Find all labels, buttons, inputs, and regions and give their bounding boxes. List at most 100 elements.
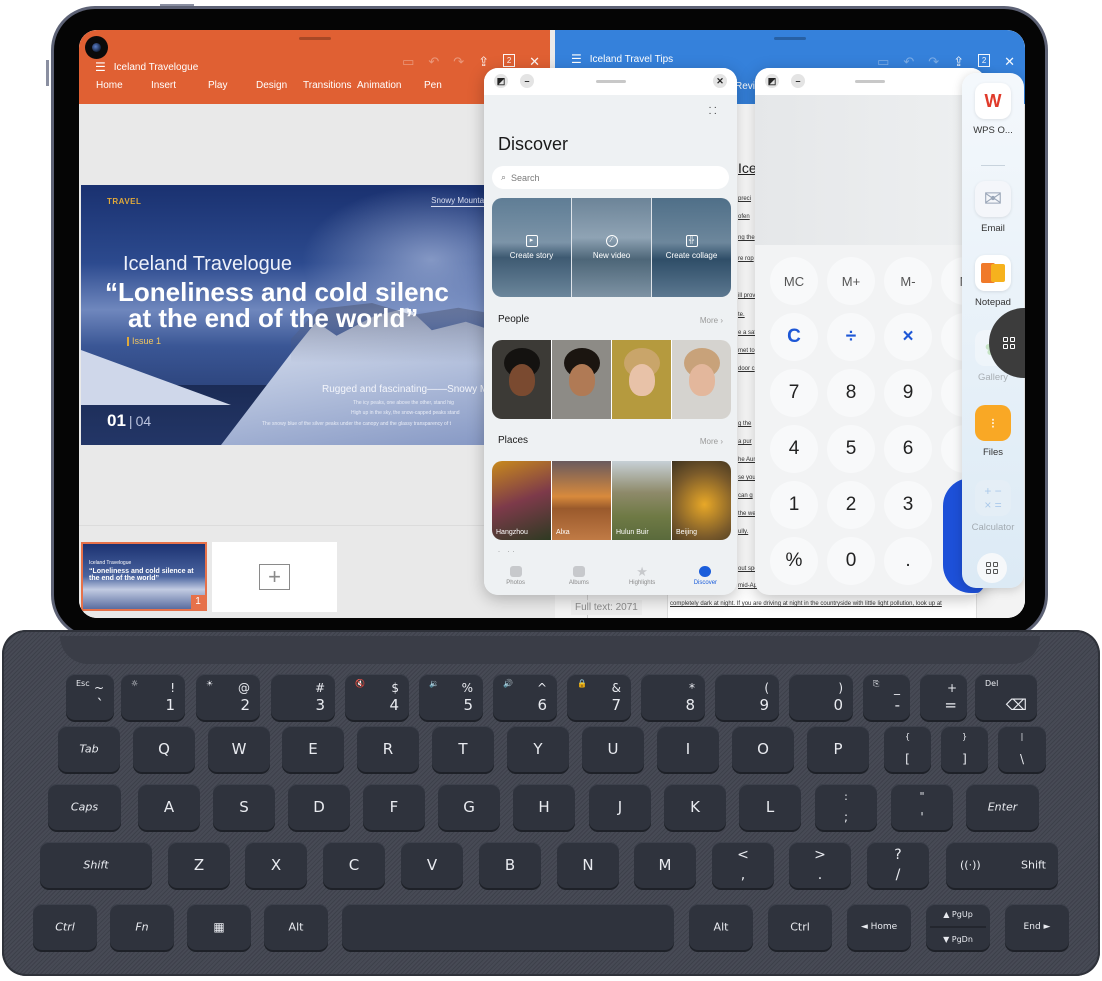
key-5[interactable]: 🔉% 5 (419, 674, 483, 720)
key-home[interactable]: ◄ Home (847, 904, 911, 950)
key-launcher[interactable]: ▦ (187, 904, 251, 950)
key-j[interactable]: J (589, 784, 651, 830)
tab-animation[interactable]: Animation (357, 80, 424, 91)
key-0[interactable]: 0 (827, 537, 875, 585)
close-icon[interactable]: ✕ (713, 74, 727, 88)
menu-icon[interactable]: ☰ (571, 53, 582, 65)
key-m[interactable]: M (634, 842, 696, 888)
place-photo[interactable]: Hulun Buir (612, 461, 671, 540)
create-collage-button[interactable]: ╬ Create collage (652, 198, 731, 297)
key-a[interactable]: A (138, 784, 200, 830)
key-memory-clear[interactable]: MC (770, 257, 818, 305)
key-tab[interactable]: Tab (58, 726, 120, 772)
key-d[interactable]: D (288, 784, 350, 830)
key-`[interactable]: Esc ~ ` (66, 674, 114, 720)
window-count-icon[interactable]: 2 (978, 54, 991, 67)
person-photo[interactable] (612, 340, 671, 419)
key-0[interactable]: ) 0 (789, 674, 853, 720)
window-drag-handle[interactable] (774, 37, 806, 40)
people-more-link[interactable]: More › (700, 316, 723, 325)
slide-thumbnail[interactable]: Iceland Travelogue “Loneliness and cold … (81, 542, 207, 611)
tab-transitions[interactable]: Transitions (303, 80, 357, 91)
add-slide-button[interactable]: + (212, 542, 337, 612)
key-9[interactable]: (9 (715, 674, 779, 720)
key-multiply[interactable]: × (884, 313, 932, 361)
tab-home[interactable]: Home (96, 80, 151, 91)
key-2[interactable]: 2 (827, 481, 875, 529)
key-v[interactable]: V (401, 842, 463, 888)
key-g[interactable]: G (438, 784, 500, 830)
key-memory-add[interactable]: M+ (827, 257, 875, 305)
fullscreen-icon[interactable]: ◩ (494, 74, 508, 88)
tab-discover[interactable]: Discover (674, 557, 737, 595)
key-|\[interactable]: | \ (998, 726, 1046, 772)
dock-app-email[interactable]: ✉ Email (962, 181, 1024, 234)
tab-albums[interactable]: Albums (547, 557, 610, 595)
key-5[interactable]: 5 (827, 425, 875, 473)
place-photo[interactable]: Beijing (672, 461, 731, 540)
tab-play[interactable]: Play (208, 80, 256, 91)
fullscreen-icon[interactable]: ◩ (765, 74, 779, 88)
key-3[interactable]: #3 (271, 674, 335, 720)
person-photo[interactable] (672, 340, 731, 419)
key-shift-right[interactable]: ((·)) Shift (946, 842, 1058, 888)
key-ctrl-left[interactable]: Ctrl (33, 904, 97, 950)
key-decimal[interactable]: . (884, 537, 932, 585)
place-photo[interactable]: Hangzhou (492, 461, 551, 540)
key-enter[interactable]: Enter (966, 784, 1039, 830)
place-photo[interactable]: Alxa (552, 461, 611, 540)
key-b[interactable]: B (479, 842, 541, 888)
key--[interactable]: ⎘ _ - (863, 674, 910, 720)
key-pgup-pgdn[interactable]: ▲ PgUp ▼ PgDn (926, 904, 990, 950)
key-alt-right[interactable]: Alt (689, 904, 753, 950)
close-icon[interactable]: ✕ (1004, 54, 1015, 70)
key->.[interactable]: >. (789, 842, 851, 888)
tab-design[interactable]: Design (256, 80, 303, 91)
key-l[interactable]: L (739, 784, 801, 830)
all-apps-button[interactable] (977, 553, 1007, 583)
slide-canvas[interactable]: TRAVEL Snowy Mountains Diary Iceland Tra… (81, 185, 551, 445)
key-alt-left[interactable]: Alt (264, 904, 328, 950)
search-input[interactable]: ⌕ Search (492, 166, 729, 189)
key-k[interactable]: K (664, 784, 726, 830)
window-count-icon[interactable]: 2 (503, 54, 516, 67)
key-8[interactable]: 8 (827, 369, 875, 417)
create-story-button[interactable]: ▸ Create story (492, 198, 571, 297)
window-drag-handle[interactable] (855, 80, 885, 83)
key-1[interactable]: ☼! 1 (121, 674, 185, 720)
key-r[interactable]: R (357, 726, 419, 772)
key-7[interactable]: 🔒 & 7 (567, 674, 631, 720)
key-<,[interactable]: <, (712, 842, 774, 888)
key-n[interactable]: N (557, 842, 619, 888)
key-o[interactable]: O (732, 726, 794, 772)
key-divide[interactable]: ÷ (827, 313, 875, 361)
key-end[interactable]: End ► (1005, 904, 1069, 950)
key-{[[interactable]: {[ (884, 726, 931, 772)
dock-app-wps[interactable]: W WPS O... (962, 83, 1024, 136)
tab-highlights[interactable]: ★ Highlights (611, 557, 674, 595)
key-4[interactable]: 🔇 $4 (345, 674, 409, 720)
key-fn[interactable]: Fn (110, 904, 174, 950)
key-2[interactable]: ☀ @2 (196, 674, 260, 720)
tab-insert[interactable]: Insert (151, 80, 208, 91)
key-y[interactable]: Y (507, 726, 569, 772)
redo-icon[interactable]: ↷ (453, 54, 464, 70)
key-shift-left[interactable]: Shift (40, 842, 152, 888)
dock-app-files[interactable]: ⁝ Files (962, 405, 1024, 458)
minimize-icon[interactable]: – (520, 74, 534, 88)
key-i[interactable]: I (657, 726, 719, 772)
key-6[interactable]: 6 (884, 425, 932, 473)
dock-app-calculator[interactable]: + − × = Calculator (962, 480, 1024, 533)
key-p[interactable]: P (807, 726, 869, 772)
key-q[interactable]: Q (133, 726, 195, 772)
key-=[interactable]: + = (920, 674, 967, 720)
key-memory-subtract[interactable]: M- (884, 257, 932, 305)
key-u[interactable]: U (582, 726, 644, 772)
new-video-button[interactable]: ⁄ New video (572, 198, 651, 297)
key-percent[interactable]: % (770, 537, 818, 585)
key-9[interactable]: 9 (884, 369, 932, 417)
window-drag-handle[interactable] (298, 37, 331, 40)
undo-icon[interactable]: ↶ (428, 54, 439, 70)
person-photo[interactable] (492, 340, 551, 419)
more-options-icon[interactable]: ·· ·· (708, 103, 719, 119)
